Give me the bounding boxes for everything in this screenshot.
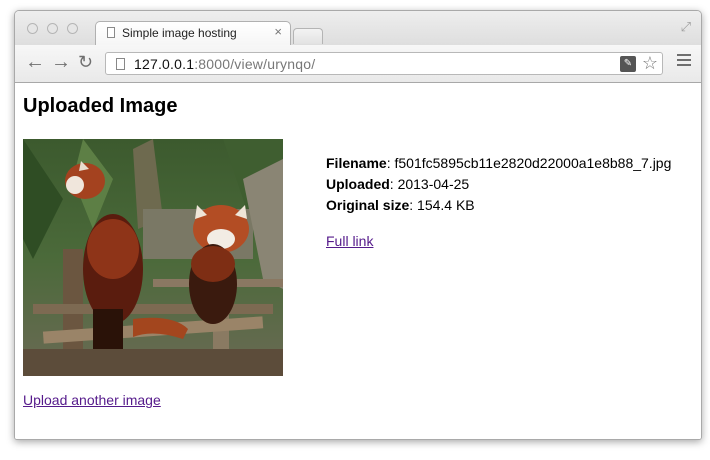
forward-icon[interactable]: →	[51, 50, 71, 74]
new-tab-button[interactable]	[293, 28, 323, 44]
size-row: Original size: 154.4 KB	[326, 197, 475, 213]
image-details: Filename: f501fc5895cb11e2820d22000a1e8b…	[326, 155, 671, 218]
reload-icon[interactable]: ↻	[78, 50, 93, 74]
tab-title: Simple image hosting	[122, 26, 237, 40]
extension-icon[interactable]: ✎	[620, 56, 636, 72]
page-icon	[116, 58, 125, 70]
close-window-button[interactable]	[27, 23, 38, 34]
uploaded-row: Uploaded: 2013-04-25	[326, 176, 470, 192]
full-link[interactable]: Full link	[326, 233, 373, 249]
size-value: 154.4 KB	[417, 197, 475, 213]
page-title: Uploaded Image	[23, 95, 178, 117]
filename-value: f501fc5895cb11e2820d22000a1e8b88_7.jpg	[394, 155, 672, 171]
tab-close-icon[interactable]: ×	[274, 24, 282, 39]
fullscreen-icon[interactable]: ⤢	[681, 19, 691, 35]
browser-tab[interactable]: Simple image hosting ×	[95, 21, 291, 45]
page-content: Uploaded Image Filename: f501fc5895cb11e…	[15, 83, 701, 439]
menu-icon[interactable]	[677, 54, 691, 67]
minimize-window-button[interactable]	[47, 23, 58, 34]
browser-window: Simple image hosting × ⤢ ← → ↻ 127.0.0.1…	[14, 10, 702, 440]
back-icon[interactable]: ←	[25, 50, 45, 74]
filename-row: Filename: f501fc5895cb11e2820d22000a1e8b…	[326, 155, 672, 171]
browser-toolbar: ← → ↻ 127.0.0.1:8000/view/urynqo/ ✎ ☆	[15, 45, 701, 83]
address-bar[interactable]: 127.0.0.1:8000/view/urynqo/ ✎ ☆	[105, 52, 663, 75]
uploaded-value: 2013-04-25	[397, 176, 470, 192]
url-text[interactable]: 127.0.0.1:8000/view/urynqo/	[134, 56, 315, 72]
upload-another-link[interactable]: Upload another image	[23, 392, 161, 408]
red-panda-photo	[23, 139, 283, 376]
title-bar: Simple image hosting × ⤢	[15, 11, 701, 45]
zoom-window-button[interactable]	[67, 23, 78, 34]
page-icon	[107, 27, 115, 38]
bookmark-star-icon[interactable]: ☆	[642, 53, 658, 73]
